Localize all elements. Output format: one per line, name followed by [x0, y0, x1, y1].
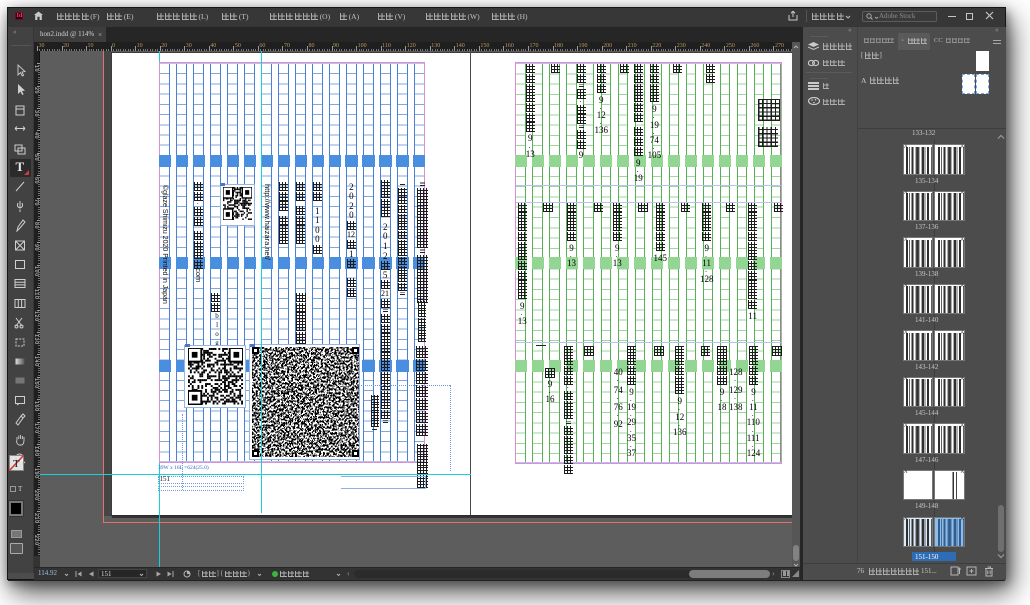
svg-text:T: T: [13, 458, 20, 470]
